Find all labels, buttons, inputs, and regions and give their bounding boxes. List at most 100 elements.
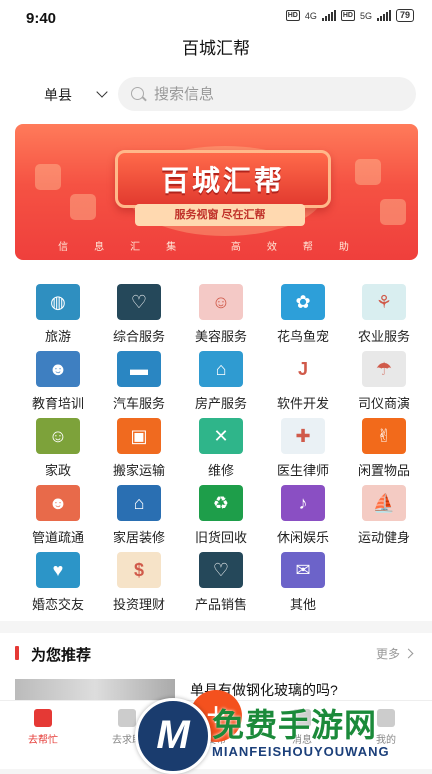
category-label: 闲置物品 xyxy=(357,463,410,478)
worker-icon: ☻ xyxy=(36,485,80,521)
category-label: 汽车服务 xyxy=(112,396,165,411)
category-label: 家政 xyxy=(44,463,71,478)
chevron-down-icon[interactable] xyxy=(96,86,108,98)
main-content: 百城汇帮 服务视窗 尽在汇帮 信息汇集 高效帮助 ◍ 旅游 ♡ 综合服务 ☺ 美容服务 ✿ 花… xyxy=(0,124,432,621)
battery-icon: 79 xyxy=(395,9,414,22)
title-bar: 百城汇帮 xyxy=(0,36,432,66)
signal-icon xyxy=(321,10,336,21)
category-label: 旧货回收 xyxy=(194,530,247,545)
category-label: 休闲娱乐 xyxy=(276,530,329,545)
stage-umbrella-icon: ☂ xyxy=(362,351,406,387)
house-sale-icon: ⌂ xyxy=(199,351,243,387)
category-label: 司仪商演 xyxy=(357,396,410,411)
java-icon: J xyxy=(281,351,325,387)
banner-plate: 百城汇帮 xyxy=(115,150,331,208)
watermark-text: 免费手游网 xyxy=(212,707,378,743)
category-item[interactable]: ✉ 其他 xyxy=(260,552,346,613)
chevron-right-icon[interactable] xyxy=(403,648,414,659)
category-label: 维修 xyxy=(207,463,234,478)
category-label: 教育培训 xyxy=(31,396,84,411)
category-item[interactable]: ☻ 管道疏通 xyxy=(15,485,101,546)
category-label: 旅游 xyxy=(44,329,71,344)
category-item[interactable]: ⚘ 农业服务 xyxy=(341,284,427,345)
doctor-icon: ✚ xyxy=(281,418,325,454)
category-item[interactable]: ▣ 搬家运输 xyxy=(96,418,182,479)
heart-hand-icon: ♥ xyxy=(36,552,80,588)
banner-ribbon: 服务视窗 尽在汇帮 xyxy=(135,204,305,226)
truck-icon: ▣ xyxy=(117,418,161,454)
microphone-icon: ♪ xyxy=(281,485,325,521)
category-item[interactable]: ◍ 旅游 xyxy=(15,284,101,345)
category-item[interactable]: ♡ 产品销售 xyxy=(178,552,264,613)
search-icon xyxy=(131,87,144,100)
tools-icon: ✕ xyxy=(199,418,243,454)
status-icons: HD 4G HD 5G 79 xyxy=(285,9,414,22)
product-hands-icon: ♡ xyxy=(199,552,243,588)
category-item[interactable]: ⛵ 运动健身 xyxy=(341,485,427,546)
banner-decoration xyxy=(35,164,61,190)
watermark-logo: M xyxy=(135,698,211,774)
hd-icon-2: HD xyxy=(340,10,355,21)
city-selector[interactable]: 单县 xyxy=(44,85,72,105)
housekeeper-icon: ☺ xyxy=(36,418,80,454)
chat-person-icon: ✉ xyxy=(281,552,325,588)
category-item[interactable]: ☺ 家政 xyxy=(15,418,101,479)
category-item[interactable]: ☻ 教育培训 xyxy=(15,351,101,412)
recycle-icon: ♻ xyxy=(199,485,243,521)
category-item[interactable]: ☺ 美容服务 xyxy=(178,284,264,345)
star-badge-icon xyxy=(34,709,52,727)
category-item[interactable]: $ 投资理财 xyxy=(96,552,182,613)
category-label: 美容服务 xyxy=(194,329,247,344)
sailboat-icon: ⛵ xyxy=(362,485,406,521)
category-item[interactable]: ✕ 维修 xyxy=(178,418,264,479)
people-circle-icon: ☻ xyxy=(36,351,80,387)
page-title: 百城汇帮 xyxy=(182,39,250,58)
category-item[interactable]: ⌂ 家居装修 xyxy=(96,485,182,546)
category-label: 软件开发 xyxy=(276,396,329,411)
signal-icon-2 xyxy=(376,10,391,21)
tab-star-badge[interactable]: 去帮忙 xyxy=(13,709,73,746)
network-4g-label: 4G xyxy=(304,10,317,21)
category-item[interactable]: ▬ 汽车服务 xyxy=(96,351,182,412)
category-label: 农业服务 xyxy=(357,329,410,344)
category-label: 花鸟鱼宠 xyxy=(276,329,329,344)
category-item[interactable]: ✌ 闲置物品 xyxy=(341,418,427,479)
category-label: 搬家运输 xyxy=(112,463,165,478)
wheat-icon: ⚘ xyxy=(362,284,406,320)
section-marker xyxy=(15,646,19,660)
banner-title: 百城汇帮 xyxy=(160,165,285,196)
category-item[interactable]: ✿ 花鸟鱼宠 xyxy=(260,284,346,345)
category-item[interactable]: ♻ 旧货回收 xyxy=(178,485,264,546)
recommend-title: 为您推荐 xyxy=(31,647,92,664)
category-label: 医生律师 xyxy=(276,463,329,478)
category-item[interactable]: ⌂ 房产服务 xyxy=(178,351,264,412)
category-item[interactable]: ♥ 婚恋交友 xyxy=(15,552,101,613)
more-link[interactable]: 更多 xyxy=(376,645,400,662)
category-label: 家居装修 xyxy=(112,530,165,545)
globe-hand-icon: ◍ xyxy=(36,284,80,320)
piggy-bank-icon: $ xyxy=(117,552,161,588)
category-item[interactable]: J 软件开发 xyxy=(260,351,346,412)
category-item[interactable]: ♪ 休闲娱乐 xyxy=(260,485,346,546)
home-icon: ⌂ xyxy=(117,485,161,521)
category-label: 投资理财 xyxy=(112,597,165,612)
category-label: 房产服务 xyxy=(194,396,247,411)
user-icon xyxy=(377,709,395,727)
search-input[interactable] xyxy=(154,77,404,111)
category-label: 管道疏通 xyxy=(31,530,84,545)
section-divider xyxy=(0,621,432,633)
search-box[interactable] xyxy=(118,77,416,111)
search-row: 单县 xyxy=(0,66,432,124)
watermark-subtext: MIANFEISHOUYOUWANG xyxy=(212,744,390,759)
category-label: 运动健身 xyxy=(357,530,410,545)
category-item[interactable]: ♡ 综合服务 xyxy=(96,284,182,345)
category-item[interactable]: ✚ 医生律师 xyxy=(260,418,346,479)
category-item[interactable]: ☂ 司仪商演 xyxy=(341,351,427,412)
banner-decoration xyxy=(380,199,406,225)
status-bar: 9:40 HD 4G HD 5G 79 xyxy=(0,0,432,36)
paw-icon: ✿ xyxy=(281,284,325,320)
banner[interactable]: 百城汇帮 服务视窗 尽在汇帮 信息汇集 高效帮助 xyxy=(15,124,418,260)
hd-icon: HD xyxy=(285,10,300,21)
banner-subtitle: 信息汇集 高效帮助 xyxy=(58,242,375,253)
network-5g-label: 5G xyxy=(359,10,372,21)
